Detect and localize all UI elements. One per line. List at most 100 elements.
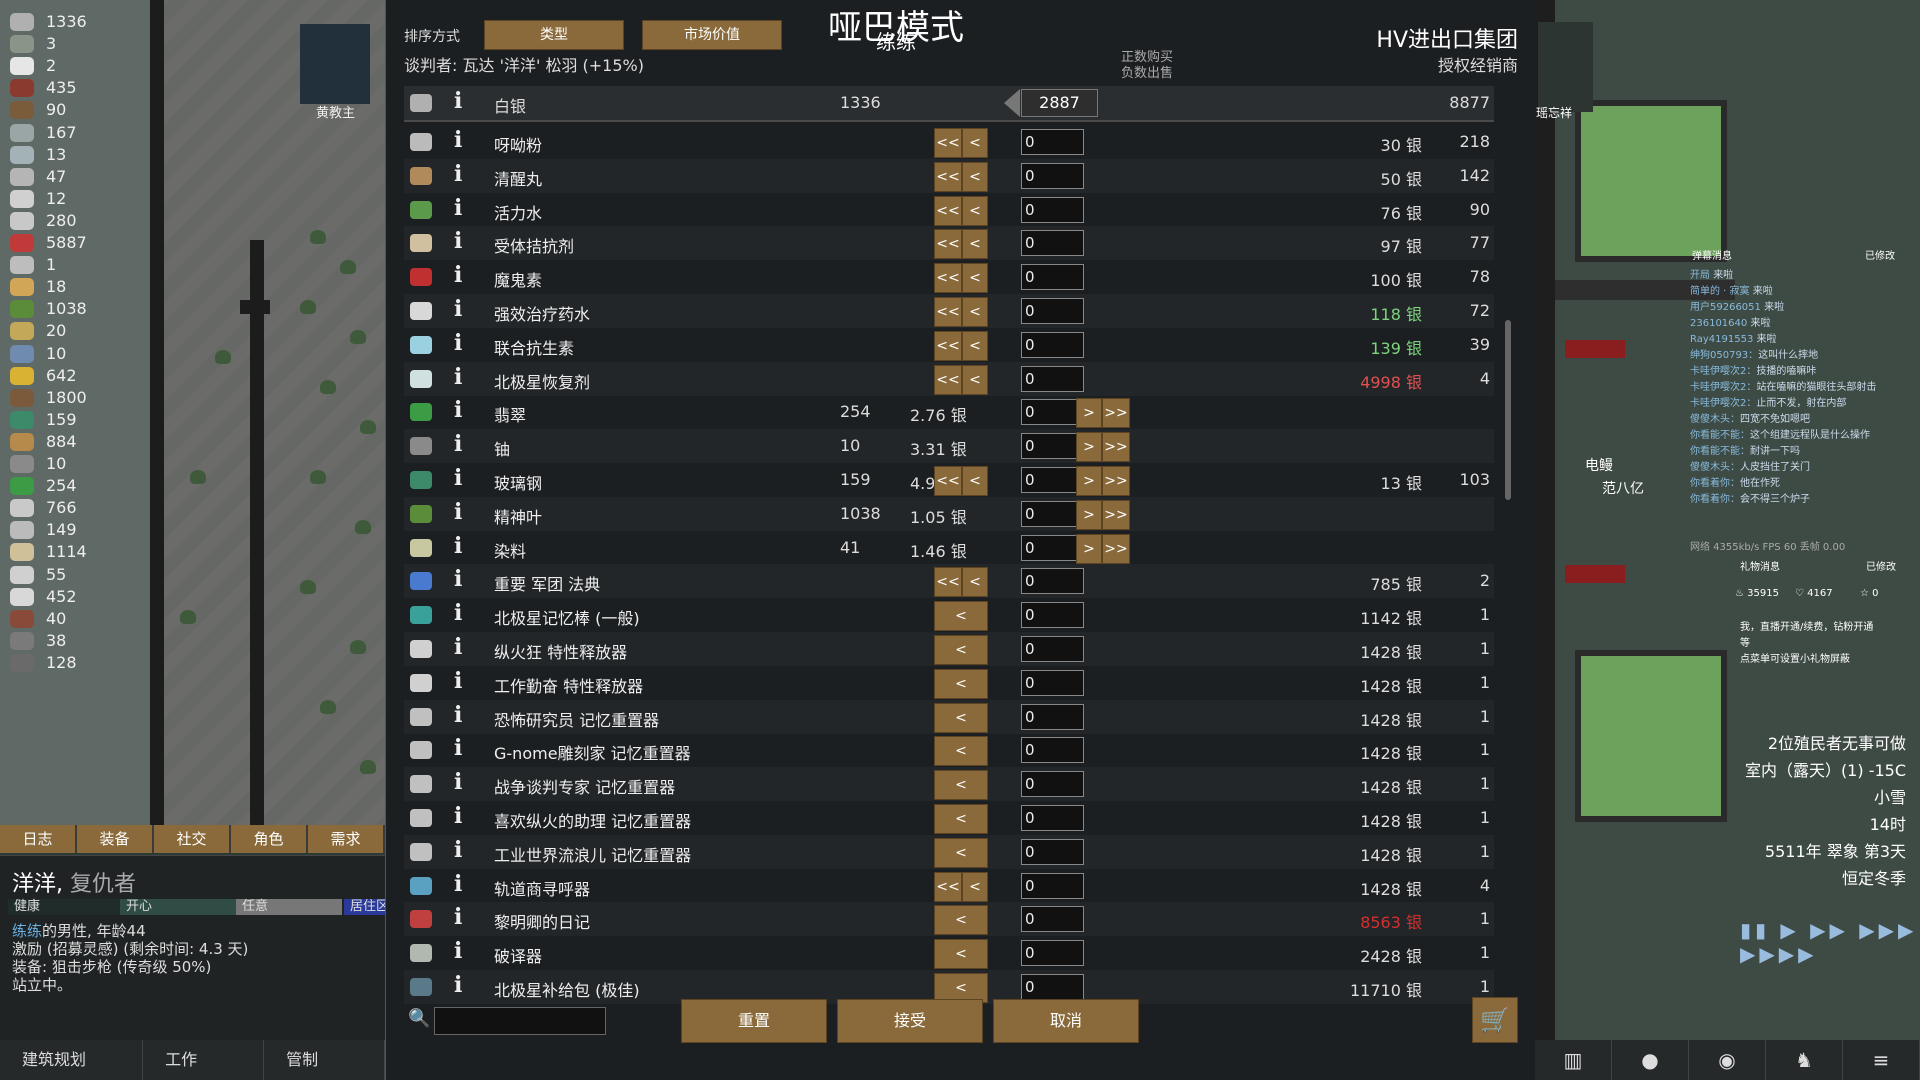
trade-quantity-input[interactable]: 0 (1021, 940, 1084, 967)
nav-restrict[interactable]: 管制 (264, 1040, 386, 1080)
resource-item[interactable]: 3 (10, 32, 150, 56)
resource-item[interactable]: 90 (10, 98, 150, 122)
animals-icon[interactable]: ♞ (1766, 1040, 1843, 1080)
buy-one-button[interactable]: < (934, 804, 988, 834)
buy-all-button[interactable]: << (934, 195, 962, 226)
idle-colonists-alert[interactable]: 2位殖民者无事可做 (1745, 730, 1906, 757)
info-icon[interactable]: i (454, 296, 462, 322)
resource-item[interactable]: 1114 (10, 540, 150, 564)
buy-one-button[interactable]: < (962, 871, 988, 902)
resource-item[interactable]: 149 (10, 518, 150, 542)
buy-one-button[interactable]: < (962, 195, 988, 226)
info-icon[interactable]: i (454, 364, 462, 390)
resource-item[interactable]: 167 (10, 121, 150, 145)
tab-log[interactable]: 日志 (0, 825, 75, 853)
buy-one-button[interactable]: < (962, 229, 988, 260)
info-icon[interactable]: i (454, 871, 462, 897)
nav-architect[interactable]: 建筑规划 (0, 1040, 144, 1080)
trade-quantity-input[interactable]: 0 (1021, 602, 1084, 629)
info-icon[interactable]: i (454, 499, 462, 525)
speed-controls[interactable]: ▮▮ ▶ ▶▶ ▶▶▶ ▶▶▶▶ (1740, 918, 1920, 966)
buy-one-button[interactable]: < (934, 635, 988, 665)
buy-all-button[interactable]: << (934, 161, 962, 192)
info-icon[interactable]: i (454, 431, 462, 457)
resource-item[interactable]: 40 (10, 607, 150, 631)
info-icon[interactable]: i (454, 972, 462, 998)
resource-item[interactable]: 13 (10, 143, 150, 167)
info-icon[interactable]: i (454, 702, 462, 728)
buy-all-button[interactable]: << (934, 466, 962, 496)
info-icon[interactable]: i (454, 803, 462, 829)
resource-item[interactable]: 5887 (10, 231, 150, 255)
resource-item[interactable]: 280 (10, 209, 150, 233)
sell-one-button[interactable]: > (1076, 533, 1102, 564)
factions-icon[interactable]: ◉ (1689, 1040, 1766, 1080)
trade-quantity-input[interactable]: 0 (1021, 974, 1084, 1000)
trade-quantity-input[interactable]: 0 (1021, 399, 1084, 426)
buy-one-button[interactable]: < (934, 770, 988, 801)
buy-one-button[interactable]: < (962, 128, 988, 158)
resource-item[interactable]: 18 (10, 275, 150, 299)
trade-quantity-input[interactable]: 0 (1021, 331, 1084, 358)
buy-one-button[interactable]: < (934, 601, 988, 632)
map-view-left[interactable] (150, 0, 385, 825)
cancel-button[interactable]: 取消 (993, 999, 1139, 1043)
trade-quantity-input[interactable]: 0 (1021, 737, 1084, 764)
buy-one-button[interactable]: < (962, 364, 988, 395)
resource-item[interactable]: 55 (10, 563, 150, 587)
buy-one-button[interactable]: < (962, 330, 988, 361)
trade-quantity-input[interactable]: 0 (1021, 433, 1084, 460)
buy-one-button[interactable]: < (934, 668, 988, 699)
tab-social[interactable]: 社交 (154, 825, 229, 853)
resource-item[interactable]: 38 (10, 629, 150, 653)
trade-quantity-input[interactable]: 0 (1021, 534, 1084, 561)
resource-item[interactable]: 47 (10, 165, 150, 189)
resource-item[interactable]: 254 (10, 474, 150, 498)
info-icon[interactable]: i (454, 938, 462, 964)
resource-item[interactable]: 766 (10, 496, 150, 520)
trade-quantity-input[interactable]: 0 (1021, 264, 1084, 291)
buy-all-button[interactable]: << (934, 364, 962, 395)
resource-item[interactable]: 452 (10, 585, 150, 609)
buy-one-button[interactable]: < (934, 939, 988, 970)
info-icon[interactable]: i (454, 88, 462, 114)
buy-all-button[interactable]: << (934, 330, 962, 361)
trade-quantity-input[interactable]: 0 (1021, 906, 1084, 933)
sell-one-button[interactable]: > (1076, 466, 1102, 496)
trade-quantity-input[interactable]: 0 (1021, 162, 1084, 189)
sell-one-button[interactable]: > (1076, 432, 1102, 463)
trade-quantity-input[interactable]: 0 (1021, 872, 1084, 899)
buy-all-button[interactable]: << (934, 128, 962, 158)
resource-item[interactable]: 10 (10, 452, 150, 476)
trade-quantity-input[interactable]: 0 (1021, 196, 1084, 223)
trade-quantity-input[interactable]: 0 (1021, 805, 1084, 831)
health-bar[interactable]: 健康 (8, 899, 134, 915)
info-icon[interactable]: i (454, 161, 462, 187)
info-icon[interactable]: i (454, 397, 462, 423)
tab-needs[interactable]: 需求 (308, 825, 383, 853)
buy-one-button[interactable]: < (934, 905, 988, 936)
buy-one-button[interactable]: < (962, 567, 988, 598)
trade-quantity-input[interactable]: 0 (1021, 669, 1084, 696)
sort-by-market-value-button[interactable]: 市场价值 (642, 20, 782, 50)
sell-all-button[interactable]: >> (1102, 466, 1130, 496)
nav-work[interactable]: 工作 (143, 1040, 265, 1080)
buy-all-button[interactable]: << (934, 297, 962, 327)
trade-quantity-input[interactable]: 0 (1021, 568, 1084, 595)
accept-button[interactable]: 接受 (837, 999, 983, 1043)
sort-by-type-button[interactable]: 类型 (484, 20, 624, 50)
sell-all-button[interactable]: >> (1102, 432, 1130, 463)
info-icon[interactable]: i (454, 634, 462, 660)
info-icon[interactable]: i (454, 566, 462, 592)
trade-quantity-input[interactable]: 0 (1021, 129, 1084, 155)
trade-quantity-input[interactable]: 0 (1021, 771, 1084, 798)
buy-all-button[interactable]: << (934, 871, 962, 902)
sell-one-button[interactable]: > (1076, 499, 1102, 530)
resource-item[interactable]: 642 (10, 364, 150, 388)
resource-item[interactable]: 1800 (10, 386, 150, 410)
info-icon[interactable]: i (454, 668, 462, 694)
tab-character[interactable]: 角色 (231, 825, 306, 853)
trade-quantity-input[interactable]: 0 (1021, 230, 1084, 257)
research-icon[interactable]: ● (1612, 1040, 1689, 1080)
colonist-portrait[interactable] (1538, 22, 1593, 112)
